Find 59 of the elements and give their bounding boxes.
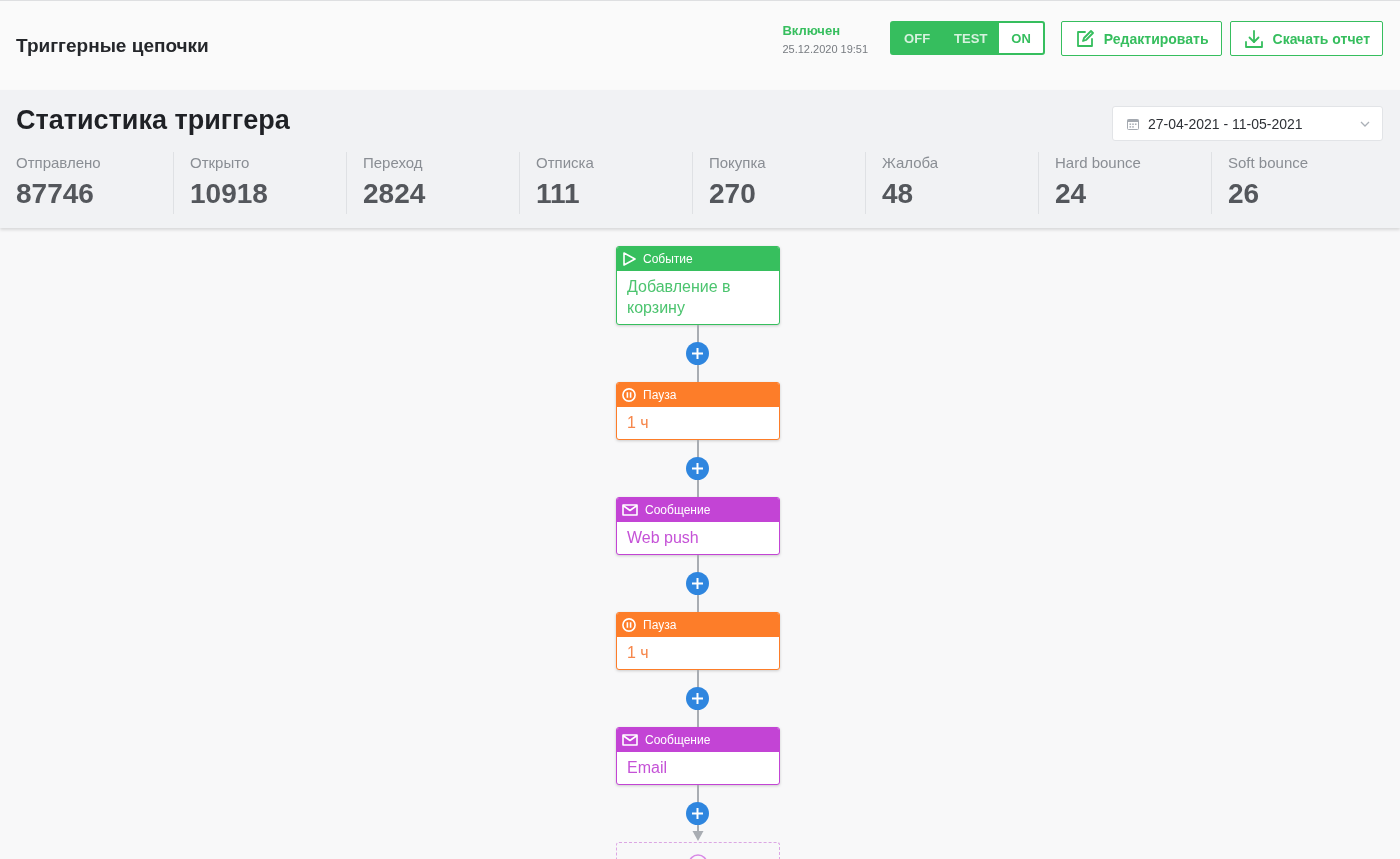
step-card[interactable]: Пауза 1 ч <box>616 382 780 440</box>
metric-label: Жалоба <box>882 154 940 172</box>
step-type-label: Пауза <box>643 388 677 402</box>
step-card[interactable]: Сообщение Email <box>616 727 780 785</box>
add-step-button[interactable] <box>686 342 709 365</box>
plus-icon <box>692 808 703 819</box>
pause-icon <box>622 618 636 632</box>
status-date: 25.12.2020 19:51 <box>782 42 869 56</box>
add-step-button[interactable] <box>686 457 709 480</box>
step-type-label: Сообщение <box>645 733 711 747</box>
metric-label: Переход <box>363 154 424 172</box>
plus-icon <box>692 693 703 704</box>
plus-icon <box>692 578 703 589</box>
step-text: Web push <box>626 528 700 548</box>
page-title: Триггерные цепочки <box>16 34 209 58</box>
metric-label: Отправлено <box>16 154 102 172</box>
chevron-down-icon <box>1360 120 1370 127</box>
metric-label: Покупка <box>709 154 767 172</box>
metric-label: Hard bounce <box>1055 154 1142 172</box>
metric-value: 10918 <box>190 178 269 210</box>
step-card[interactable]: Сообщение Web push <box>616 497 780 555</box>
metric-value: 87746 <box>16 178 95 210</box>
plus-icon <box>692 348 703 359</box>
step-type-label: Событие <box>643 252 693 266</box>
metric-value: 111 <box>536 178 581 210</box>
metric-value: 24 <box>1055 178 1088 210</box>
metric-label: Открыто <box>190 154 251 172</box>
metric-label: Отписка <box>536 154 595 172</box>
stats-title: Статистика триггера <box>16 104 290 136</box>
step-type-label: Сообщение <box>645 503 711 517</box>
metric-value: 2824 <box>363 178 427 210</box>
connector-arrow <box>692 785 704 842</box>
step-text: 1 ч <box>626 643 650 663</box>
pause-icon <box>622 388 636 402</box>
step-text: Email <box>626 758 668 778</box>
calendar-icon <box>1127 117 1139 130</box>
metric-value: 26 <box>1228 178 1261 210</box>
step-card[interactable]: Пауза 1 ч <box>616 612 780 670</box>
edit-button[interactable]: Редактировать <box>1060 21 1222 56</box>
metric-value: 270 <box>709 178 757 210</box>
play-icon <box>622 252 636 266</box>
metric-label: Soft bounce <box>1228 154 1310 172</box>
plus-icon <box>692 463 703 474</box>
add-step-button[interactable] <box>686 802 709 825</box>
edit-icon <box>1075 29 1094 48</box>
step-text: Добавление в корзину <box>626 277 732 318</box>
envelope-icon <box>622 734 638 746</box>
step-text: 1 ч <box>626 413 650 433</box>
step-type-label: Пауза <box>643 618 677 632</box>
download-icon <box>1244 29 1263 48</box>
add-step-button[interactable] <box>686 687 709 710</box>
metric-value: 48 <box>882 178 915 210</box>
date-range-picker[interactable]: 27-04-2021 - 11-05-2021 <box>1112 106 1383 141</box>
step-card[interactable]: Событие Добавление в корзину <box>616 246 780 325</box>
envelope-icon <box>622 504 638 516</box>
status-label: Включен <box>782 23 841 39</box>
mode-option[interactable]: ON <box>999 23 1043 53</box>
download-button[interactable]: Скачать отчет <box>1229 21 1383 56</box>
add-step-button[interactable] <box>686 572 709 595</box>
